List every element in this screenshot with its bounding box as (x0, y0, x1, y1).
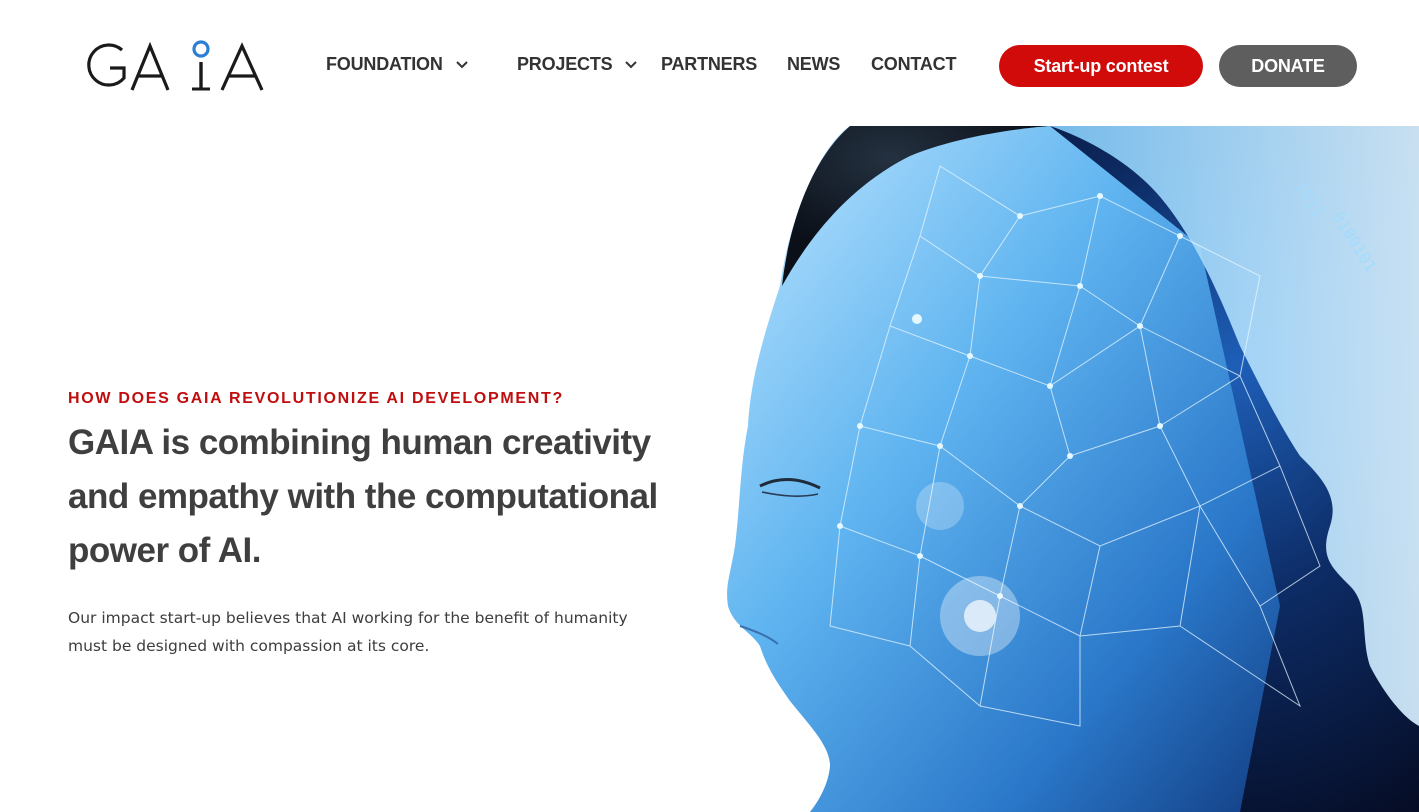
hero-image: 0100101 1011 (720, 126, 1419, 812)
site-header: FOUNDATION PROJECTS PARTNERS NEWS CONTAC… (0, 0, 1419, 126)
nav-item-projects[interactable]: PROJECTS (517, 54, 638, 75)
nav-item-contact[interactable]: CONTACT (871, 54, 956, 75)
nav-item-news[interactable]: NEWS (787, 54, 840, 75)
nav-item-label: CONTACT (871, 54, 957, 74)
nav-item-label: PROJECTS (517, 54, 613, 74)
nav-item-label: NEWS (787, 54, 841, 74)
ai-face-illustration: 0100101 1011 (720, 126, 1419, 812)
startup-contest-button[interactable]: Start-up contest (999, 45, 1203, 87)
gaia-logo[interactable] (84, 38, 264, 94)
nav-item-label: PARTNERS (661, 54, 758, 74)
nav-item-foundation[interactable]: FOUNDATION (326, 54, 469, 75)
donate-button[interactable]: DONATE (1219, 45, 1357, 87)
nav-item-label: FOUNDATION (326, 54, 443, 74)
chevron-down-icon (625, 60, 638, 68)
hero-headline: GAIA is combining human creativity and e… (68, 423, 658, 570)
hero-section: HOW DOES GAIA REVOLUTIONIZE AI DEVELOPME… (68, 390, 668, 660)
hero-eyebrow: HOW DOES GAIA REVOLUTIONIZE AI DEVELOPME… (68, 390, 564, 407)
chevron-down-icon (455, 60, 468, 68)
hero-subtext: Our impact start-up believes that AI wor… (68, 609, 628, 655)
nav-item-partners[interactable]: PARTNERS (661, 54, 757, 75)
